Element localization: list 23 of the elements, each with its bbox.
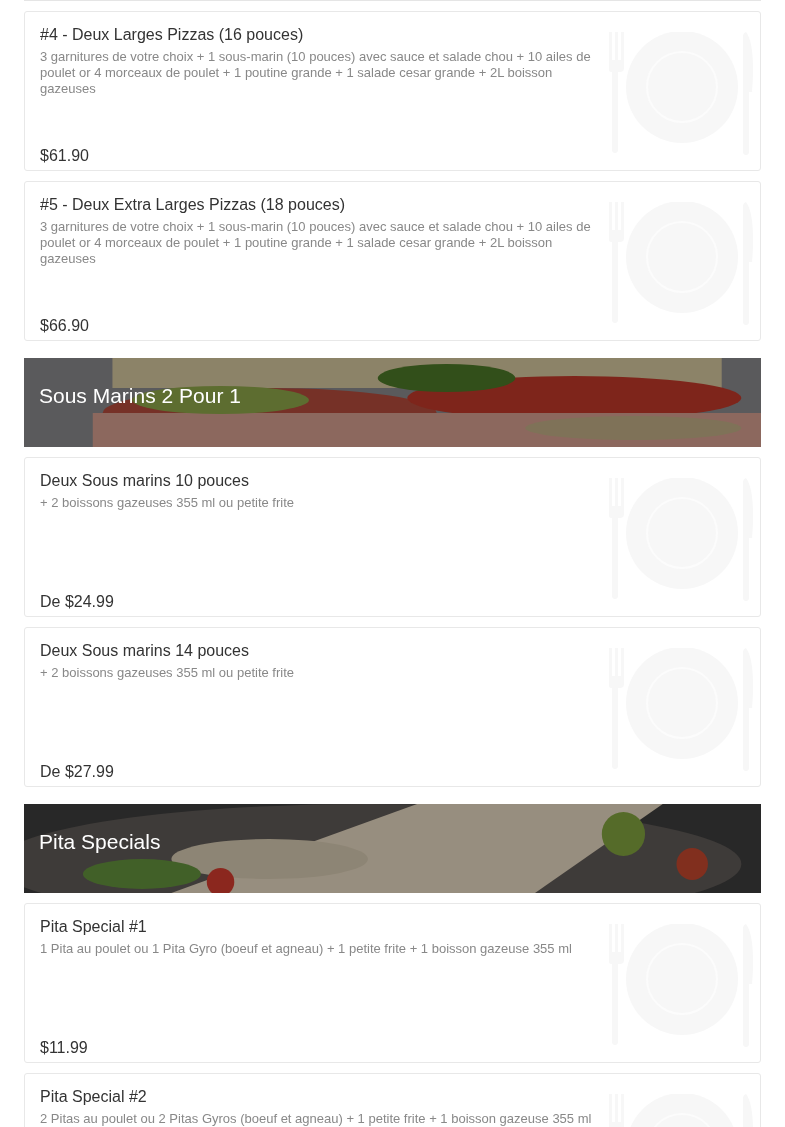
- item-price: De $27.99: [40, 762, 115, 782]
- menu-item-card[interactable]: Pita Special #2 2 Pitas au poulet ou 2 Pitas Gyros (boeuf et agneau) + 1 petite frite + 1 boisson gazeuse 355 ml: [24, 1073, 761, 1127]
- menu-item-card[interactable]: Pita Special #1 1 Pita au poulet ou 1 Pita Gyro (boeuf et agneau) + 1 petite frite + 1 boisson gazeuse 355 ml $11.99: [24, 903, 761, 1063]
- item-price: $11.99: [40, 1038, 89, 1058]
- item-name: Deux Sous marins 14 pouces: [40, 641, 250, 661]
- item-name: Pita Special #1: [40, 917, 148, 937]
- menu-item-card[interactable]: Deux Sous marins 14 pouces + 2 boissons gazeuses 355 ml ou petite frite De $27.99: [24, 627, 761, 787]
- item-description: + 2 boissons gazeuses 355 ml ou petite frite: [40, 495, 295, 511]
- item-price: De $24.99: [40, 592, 115, 612]
- section-title: Sous Marins 2 Pour 1: [38, 382, 241, 409]
- item-price: $61.90: [40, 146, 90, 166]
- item-name: Deux Sous marins 10 pouces: [40, 471, 250, 491]
- item-description: 2 Pitas au poulet ou 2 Pitas Gyros (boeuf et agneau) + 1 petite frite + 1 boisson gazeuse 355 ml: [40, 1111, 593, 1127]
- item-name: #4 - Deux Larges Pizzas (16 pouces): [40, 25, 305, 45]
- item-description: 3 garnitures de votre choix + 1 sous-marin (10 pouces) avec sauce et salade chou + 10 ailes de poulet or 4 morceaux de poulet + 1 poutine grande + 1 salade cesar grande + 2L boisson gazeuses: [40, 219, 592, 267]
- item-description: 1 Pita au poulet ou 1 Pita Gyro (boeuf et agneau) + 1 petite frite + 1 boisson gazeuse 355 ml: [40, 941, 573, 957]
- section-title: Pita Specials: [38, 828, 161, 855]
- menu-item-card[interactable]: Deux Sous marins 10 pouces + 2 boissons gazeuses 355 ml ou petite frite De $24.99: [24, 457, 761, 617]
- item-name: #5 - Deux Extra Larges Pizzas (18 pouces): [40, 195, 347, 215]
- item-price: $66.90: [40, 316, 90, 336]
- item-name: Pita Special #2: [40, 1087, 148, 1107]
- item-description: + 2 boissons gazeuses 355 ml ou petite frite: [40, 665, 295, 681]
- item-description: 3 garnitures de votre choix + 1 sous-marin (10 pouces) avec sauce et salade chou + 10 ailes de poulet or 4 morceaux de poulet + 1 poutine grande + 1 salade cesar grande + 2L boisson gazeuses: [40, 49, 592, 97]
